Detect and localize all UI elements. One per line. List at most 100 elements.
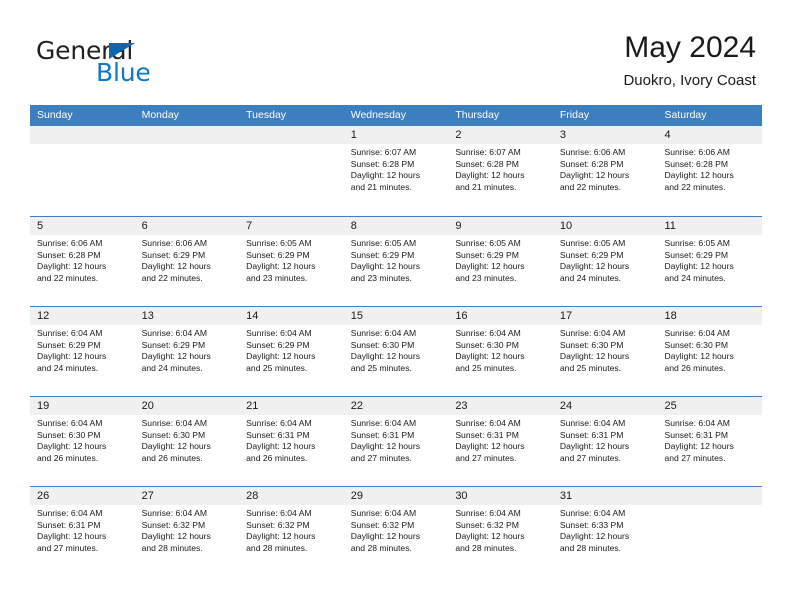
day-number: 28 — [246, 490, 259, 502]
sunset-text: Sunset: 6:29 PM — [141, 249, 206, 260]
daylight-text-line2: and 23 minutes. — [455, 272, 517, 283]
calendar-week-row: 1 Sunrise: 6:07 AM Sunset: 6:28 PM Daylight… — [30, 126, 763, 216]
calendar-day-cell[interactable]: 11 Sunrise: 6:05 AM Sunset: 6:29 PM Dayligh… — [657, 217, 763, 306]
calendar-week-row: 26 Sunrise: 6:04 AM Sunset: 6:31 PM Dayligh… — [30, 486, 763, 576]
calendar-day-cell[interactable]: 16 Sunrise: 6:04 AM Sunset: 6:30 PM Dayligh… — [448, 307, 553, 396]
daylight-text-line1: Daylight: 12 hours — [350, 441, 421, 452]
calendar-day-cell[interactable]: 23 Sunrise: 6:04 AM Sunset: 6:31 PM Dayligh… — [448, 397, 553, 486]
calendar-day-cell[interactable]: 31 Sunrise: 6:04 AM Sunset: 6:33 PM Dayligh… — [552, 487, 658, 576]
sunset-text: Sunset: 6:28 PM — [559, 158, 624, 169]
daylight-text-line2: and 27 minutes. — [37, 542, 99, 553]
day-number: 27 — [141, 490, 154, 502]
sunrise-text: Sunrise: 6:05 AM — [455, 238, 521, 248]
day-sun-info: Sunrise: 6:05 AM Sunset: 6:29 PM Daylight:… — [239, 235, 344, 284]
calendar-day-cell[interactable]: 13 Sunrise: 6:04 AM Sunset: 6:29 PM Dayligh… — [134, 307, 240, 396]
day-sun-info: Sunrise: 6:04 AM Sunset: 6:32 PM Daylight:… — [344, 505, 449, 554]
day-number-band: 10 — [552, 217, 658, 235]
day-number: 19 — [37, 400, 50, 412]
calendar-day-cell[interactable]: 8 Sunrise: 6:05 AM Sunset: 6:29 PM Daylight… — [343, 217, 449, 306]
daylight-text-line2: and 26 minutes. — [664, 362, 726, 373]
calendar-day-cell[interactable]: 17 Sunrise: 6:04 AM Sunset: 6:30 PM Dayligh… — [552, 307, 658, 396]
day-number-band: 21 — [239, 397, 344, 415]
day-number-band — [30, 126, 135, 144]
calendar-day-cell[interactable]: 28 Sunrise: 6:04 AM Sunset: 6:32 PM Dayligh… — [239, 487, 344, 576]
day-number: 10 — [559, 220, 573, 232]
sunset-text: Sunset: 6:32 PM — [455, 519, 519, 530]
day-number-band — [239, 126, 344, 144]
calendar-day-cell[interactable]: 7 Sunrise: 6:05 AM Sunset: 6:29 PM Daylight… — [239, 217, 344, 306]
day-number-band: 19 — [30, 397, 135, 415]
calendar-day-cell[interactable]: 3 Sunrise: 6:06 AM Sunset: 6:28 PM Daylight… — [552, 126, 658, 215]
daylight-text-line1: Daylight: 12 hours — [141, 531, 211, 542]
calendar-day-cell[interactable]: 2 Sunrise: 6:07 AM Sunset: 6:28 PM Daylight… — [448, 126, 553, 215]
calendar-day-cell[interactable]: 22 Sunrise: 6:04 AM Sunset: 6:31 PM Dayligh… — [343, 397, 449, 486]
day-number: 22 — [350, 400, 363, 412]
day-sun-info: Sunrise: 6:04 AM Sunset: 6:31 PM Daylight:… — [657, 415, 762, 464]
weekday-header-friday: Friday — [559, 109, 590, 121]
calendar-grid: Sunday Monday Tuesday Wednesday Thursday… — [30, 105, 763, 576]
day-sun-info: Sunrise: 6:04 AM Sunset: 6:31 PM Daylight:… — [239, 415, 344, 464]
daylight-text-line2: and 28 minutes. — [141, 542, 203, 553]
daylight-text-line2: and 25 minutes. — [559, 362, 622, 373]
sunrise-text: Sunrise: 6:04 AM — [37, 418, 103, 428]
day-number-band — [657, 487, 763, 505]
sunrise-text: Sunrise: 6:04 AM — [246, 508, 312, 518]
brand-logo[interactable]: General Blue — [36, 36, 276, 92]
calendar-day-cell[interactable]: 20 Sunrise: 6:04 AM Sunset: 6:30 PM Dayligh… — [134, 397, 240, 486]
calendar-day-cell[interactable]: 25 Sunrise: 6:04 AM Sunset: 6:31 PM Dayligh… — [657, 397, 763, 486]
day-number-band: 18 — [657, 307, 763, 325]
day-number: 11 — [664, 220, 676, 232]
calendar-day-cell[interactable]: 27 Sunrise: 6:04 AM Sunset: 6:32 PM Dayligh… — [134, 487, 240, 576]
day-sun-info: Sunrise: 6:06 AM Sunset: 6:28 PM Daylight:… — [657, 144, 762, 193]
sunset-text: Sunset: 6:30 PM — [350, 339, 415, 350]
calendar-day-cell[interactable]: 29 Sunrise: 6:04 AM Sunset: 6:32 PM Dayligh… — [343, 487, 449, 576]
calendar-day-cell[interactable]: 15 Sunrise: 6:04 AM Sunset: 6:30 PM Dayligh… — [343, 307, 449, 396]
calendar-day-cell[interactable]: 5 Sunrise: 6:06 AM Sunset: 6:28 PM Daylight… — [30, 217, 135, 306]
calendar-day-cell[interactable]: 10 Sunrise: 6:05 AM Sunset: 6:29 PM Dayligh… — [552, 217, 658, 306]
sunset-text: Sunset: 6:31 PM — [559, 429, 624, 440]
day-number-band: 13 — [134, 307, 240, 325]
sunrise-text: Sunrise: 6:04 AM — [246, 418, 312, 428]
daylight-text-line1: Daylight: 12 hours — [141, 351, 211, 362]
calendar-day-cell[interactable]: 12 Sunrise: 6:04 AM Sunset: 6:29 PM Dayligh… — [30, 307, 135, 396]
daylight-text-line2: and 23 minutes. — [246, 272, 308, 283]
day-sun-info: Sunrise: 6:07 AM Sunset: 6:28 PM Daylight:… — [344, 144, 449, 193]
day-number-band: 7 — [239, 217, 344, 235]
sunrise-text: Sunrise: 6:06 AM — [664, 147, 730, 157]
calendar-week-row: 19 Sunrise: 6:04 AM Sunset: 6:30 PM Dayligh… — [30, 396, 763, 486]
daylight-text-line1: Daylight: 12 hours — [246, 441, 316, 452]
day-number-band: 24 — [552, 397, 658, 415]
calendar-day-cell-empty — [239, 126, 344, 215]
calendar-day-cell[interactable]: 9 Sunrise: 6:05 AM Sunset: 6:29 PM Daylight… — [448, 217, 553, 306]
sunset-text: Sunset: 6:29 PM — [246, 339, 310, 350]
daylight-text-line1: Daylight: 12 hours — [664, 441, 734, 452]
day-number: 12 — [37, 310, 50, 322]
sunrise-text: Sunrise: 6:04 AM — [141, 508, 208, 518]
daylight-text-line2: and 22 minutes. — [664, 181, 726, 192]
daylight-text-line2: and 28 minutes. — [246, 542, 308, 553]
calendar-day-cell[interactable]: 21 Sunrise: 6:04 AM Sunset: 6:31 PM Dayligh… — [239, 397, 344, 486]
calendar-day-cell[interactable]: 18 Sunrise: 6:04 AM Sunset: 6:30 PM Dayligh… — [657, 307, 763, 396]
sunrise-text: Sunrise: 6:04 AM — [664, 328, 730, 338]
sunrise-text: Sunrise: 6:04 AM — [141, 328, 208, 338]
calendar-day-cell[interactable]: 6 Sunrise: 6:06 AM Sunset: 6:29 PM Daylight… — [134, 217, 240, 306]
calendar-day-cell[interactable]: 1 Sunrise: 6:07 AM Sunset: 6:28 PM Daylight… — [343, 126, 449, 215]
calendar-day-cell[interactable]: 19 Sunrise: 6:04 AM Sunset: 6:30 PM Dayligh… — [30, 397, 135, 486]
day-number-band: 4 — [657, 126, 763, 144]
sunset-text: Sunset: 6:33 PM — [559, 519, 624, 530]
daylight-text-line2: and 24 minutes. — [664, 272, 726, 283]
sunset-text: Sunset: 6:30 PM — [37, 429, 101, 440]
day-number: 7 — [246, 220, 253, 232]
calendar-day-cell[interactable]: 4 Sunrise: 6:06 AM Sunset: 6:28 PM Daylight… — [657, 126, 763, 215]
calendar-day-cell[interactable]: 30 Sunrise: 6:04 AM Sunset: 6:32 PM Dayligh… — [448, 487, 553, 576]
day-number: 2 — [455, 129, 462, 141]
calendar-day-cell[interactable]: 24 Sunrise: 6:04 AM Sunset: 6:31 PM Dayligh… — [552, 397, 658, 486]
daylight-text-line1: Daylight: 12 hours — [559, 441, 630, 452]
calendar-weeks: 1 Sunrise: 6:07 AM Sunset: 6:28 PM Daylight… — [30, 126, 763, 576]
calendar-day-cell[interactable]: 14 Sunrise: 6:04 AM Sunset: 6:29 PM Dayligh… — [239, 307, 344, 396]
weekday-header-row: Sunday Monday Tuesday Wednesday Thursday… — [30, 105, 762, 126]
calendar-day-cell[interactable]: 26 Sunrise: 6:04 AM Sunset: 6:31 PM Dayligh… — [30, 487, 135, 576]
day-number-band: 9 — [448, 217, 553, 235]
brand-triangle-icon — [109, 43, 135, 59]
day-sun-info: Sunrise: 6:05 AM Sunset: 6:29 PM Daylight:… — [344, 235, 449, 284]
